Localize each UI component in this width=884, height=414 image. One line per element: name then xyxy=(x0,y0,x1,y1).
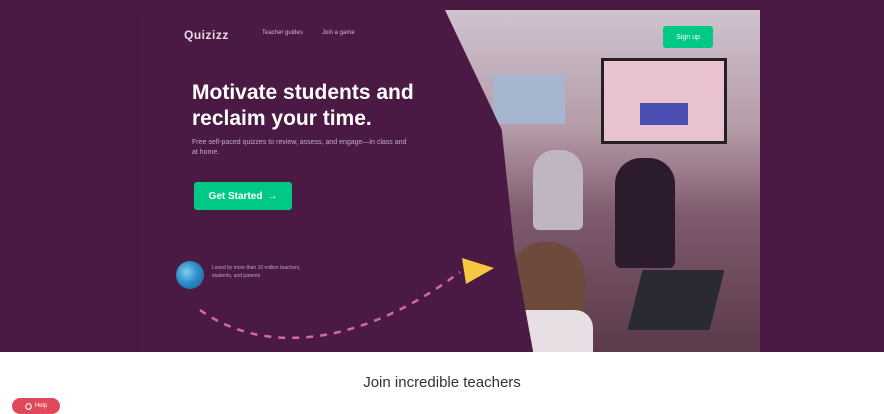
dashed-path xyxy=(199,271,461,340)
trusted-by-text: Loved by more than 10 million teachers, … xyxy=(212,265,301,279)
globe-icon xyxy=(176,261,204,289)
classroom-photo xyxy=(445,10,760,352)
classroom-screen xyxy=(601,58,727,144)
nav-join-a-game[interactable]: Join a game xyxy=(322,30,355,36)
logo[interactable]: Quizizz xyxy=(184,28,229,42)
laptop xyxy=(627,270,725,330)
paper-plane-icon xyxy=(462,258,494,284)
screen-chart xyxy=(640,103,688,125)
hero-subtext: Free self-paced quizzes to review, asses… xyxy=(192,139,407,156)
section-title: Join incredible teachers xyxy=(363,374,521,391)
student-figure xyxy=(615,158,675,268)
get-started-label: Get Started xyxy=(208,190,263,202)
arrow-right-icon: → xyxy=(267,190,278,202)
hero-headline: Motivate students and reclaim your time. xyxy=(192,81,414,130)
help-label: Help xyxy=(34,403,48,409)
student-shirt xyxy=(497,310,593,352)
student-figure xyxy=(533,150,583,230)
wall-map xyxy=(493,74,565,124)
hero-section: Quizizz Teacher guides Join a game Sign … xyxy=(140,10,760,352)
help-button[interactable]: Help xyxy=(12,398,60,414)
nav-teacher-guides[interactable]: Teacher guides xyxy=(262,30,303,36)
chat-icon xyxy=(25,402,32,410)
signup-button[interactable]: Sign up xyxy=(663,26,713,48)
get-started-button[interactable]: Get Started → xyxy=(194,182,292,210)
